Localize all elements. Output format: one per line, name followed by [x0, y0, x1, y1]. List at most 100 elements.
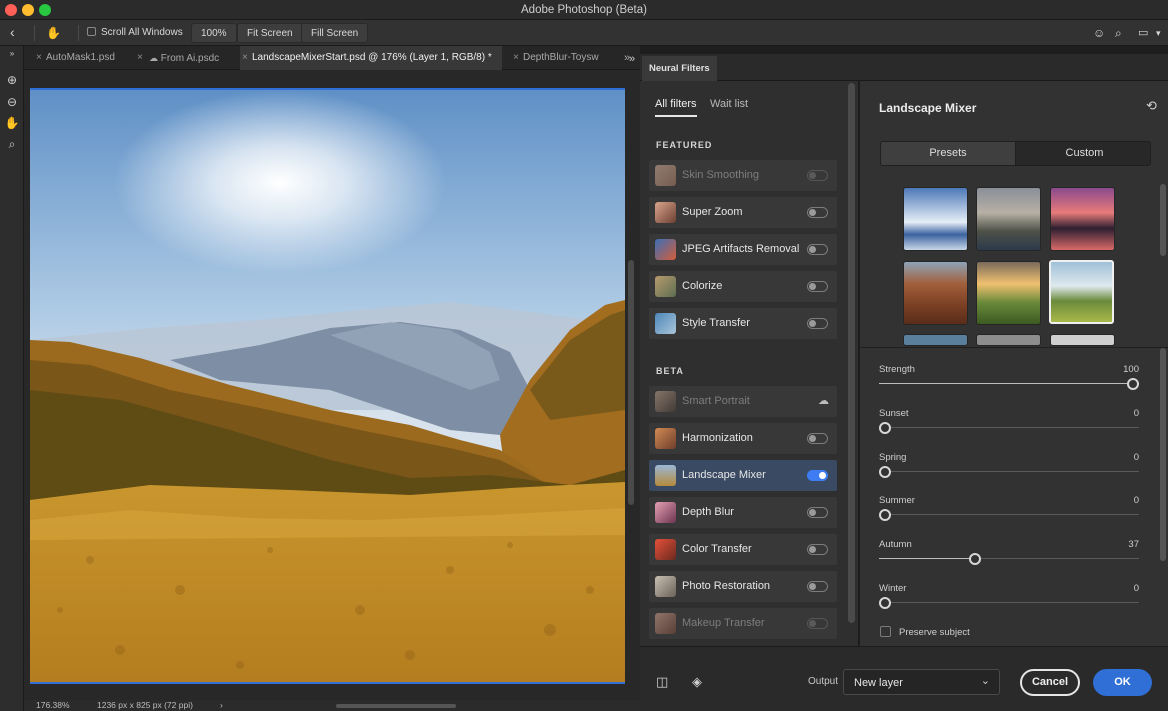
slider-knob[interactable] [879, 466, 891, 478]
panel-tab-bar: Neural Filters [640, 54, 1168, 81]
strength-slider[interactable]: Strength 100 [879, 364, 1139, 394]
tab-presets[interactable]: Presets [881, 142, 1016, 165]
doc-tab-active[interactable]: × LandscapeMixerStart.psd @ 176% (Layer 1… [240, 46, 502, 70]
fit-screen-button[interactable]: Fit Screen [237, 23, 303, 43]
presets-scrollbar[interactable] [1160, 184, 1166, 256]
tab-neural-filters[interactable]: Neural Filters [642, 56, 717, 81]
summer-slider[interactable]: Summer 0 [879, 495, 1139, 525]
title-bar: Adobe Photoshop (Beta) [0, 0, 1168, 20]
preset-thumbnail[interactable] [976, 187, 1041, 251]
options-bar: ‹ ✋ Scroll All Windows 100% Fit Screen F… [0, 20, 1168, 46]
expand-tools-icon[interactable]: » [4, 46, 20, 62]
canvas-scrollbar[interactable] [628, 260, 634, 505]
filter-thumbnail [655, 613, 676, 634]
tool-strip: » ⊕ ⊖ ✋ ⌕ [0, 46, 24, 711]
filter-color-transfer[interactable]: Color Transfer [649, 534, 837, 565]
close-tab-icon[interactable]: × [137, 46, 143, 70]
presets-custom-toggle: Presets Custom [880, 141, 1151, 166]
filter-toggle[interactable] [807, 244, 828, 255]
preset-thumbnail[interactable] [976, 261, 1041, 325]
cloud-download-icon[interactable]: ☁ [818, 394, 829, 407]
doc-tab[interactable]: × DepthBlur-Toysw [511, 46, 611, 70]
user-icon[interactable]: ☺ [1093, 23, 1105, 43]
close-tab-icon[interactable]: × [36, 46, 42, 70]
scroll-all-windows-checkbox[interactable]: Scroll All Windows [87, 23, 183, 43]
back-chevron-icon[interactable]: ‹ [10, 22, 15, 42]
filter-toggle[interactable] [807, 544, 828, 555]
slider-knob[interactable] [879, 509, 891, 521]
filter-thumbnail [655, 391, 676, 412]
tab-all-filters[interactable]: All filters [655, 98, 697, 117]
spring-slider[interactable]: Spring 0 [879, 452, 1139, 482]
ok-button[interactable]: OK [1093, 669, 1152, 696]
close-tab-icon[interactable]: × [513, 46, 519, 70]
filter-depth-blur[interactable]: Depth Blur [649, 497, 837, 528]
filter-toggle[interactable] [807, 170, 828, 181]
filter-super-zoom[interactable]: Super Zoom [649, 197, 837, 228]
filter-colorize[interactable]: Colorize [649, 271, 837, 302]
filter-jpeg-artifacts-removal[interactable]: JPEG Artifacts Removal [649, 234, 837, 265]
filter-list-scrollbar[interactable] [848, 83, 855, 623]
slider-knob[interactable] [879, 597, 891, 609]
filter-toggle[interactable] [807, 507, 828, 518]
preset-thumbnail[interactable] [1050, 334, 1115, 346]
layers-preview-icon[interactable]: ◈ [692, 675, 706, 689]
reset-icon[interactable]: ⟲ [1146, 98, 1157, 114]
collapse-panel-icon[interactable]: » [624, 54, 640, 65]
cloud-doc-icon: ☁ [149, 53, 158, 63]
hand-tool-icon[interactable]: ✋ [4, 115, 20, 131]
filter-toggle[interactable] [807, 433, 828, 444]
status-arrow-icon[interactable]: › [220, 700, 223, 711]
filter-photo-restoration[interactable]: Photo Restoration [649, 571, 837, 602]
preset-thumbnail[interactable] [976, 334, 1041, 346]
compare-icon[interactable]: ◫ [656, 675, 670, 689]
slider-knob[interactable] [1127, 378, 1139, 390]
preset-thumbnail[interactable] [903, 334, 968, 346]
slider-knob[interactable] [879, 422, 891, 434]
workspace-chevron-icon[interactable]: ▾ [1156, 23, 1161, 43]
add-brush-icon[interactable]: ⊕ [4, 72, 20, 88]
cancel-button[interactable]: Cancel [1020, 669, 1080, 696]
sliders-scrollbar[interactable] [1160, 348, 1166, 561]
status-bar: 176.38% 1236 px x 825 px (72 ppi) › [24, 700, 640, 711]
slider-knob[interactable] [969, 553, 981, 565]
document-canvas[interactable] [30, 88, 625, 684]
filter-toggle[interactable] [807, 281, 828, 292]
filter-style-transfer[interactable]: Style Transfer [649, 308, 837, 339]
filter-skin-smoothing[interactable]: Skin Smoothing [649, 160, 837, 191]
filter-smart-portrait[interactable]: Smart Portrait ☁ [649, 386, 837, 417]
subtract-brush-icon[interactable]: ⊖ [4, 94, 20, 110]
autumn-slider[interactable]: Autumn 37 [879, 539, 1139, 569]
close-tab-icon[interactable]: × [242, 46, 248, 70]
filter-harmonization[interactable]: Harmonization [649, 423, 837, 454]
filter-toggle[interactable] [807, 581, 828, 592]
hand-tool-icon[interactable]: ✋ [46, 23, 61, 43]
filter-thumbnail [655, 502, 676, 523]
filter-landscape-mixer[interactable]: Landscape Mixer [649, 460, 837, 491]
doc-tab[interactable]: × ☁ From Ai.psdc [135, 46, 231, 70]
tab-wait-list[interactable]: Wait list [710, 98, 748, 110]
zoom-tool-icon[interactable]: ⌕ [4, 136, 20, 152]
filter-toggle[interactable] [807, 618, 828, 629]
doc-tab[interactable]: × AutoMask1.psd [34, 46, 134, 70]
workspace-icon[interactable]: ▭ [1138, 23, 1148, 43]
horizontal-scrollbar[interactable] [336, 704, 456, 708]
sunset-slider[interactable]: Sunset 0 [879, 408, 1139, 438]
output-select[interactable]: New layer ⌄ [843, 669, 1000, 695]
search-icon[interactable]: ⌕ [1115, 23, 1122, 43]
tab-custom[interactable]: Custom [1017, 142, 1150, 165]
filter-toggle[interactable] [807, 318, 828, 329]
filter-toggle[interactable] [807, 470, 828, 481]
preset-thumbnail[interactable] [903, 261, 968, 325]
filter-makeup-transfer[interactable]: Makeup Transfer [649, 608, 837, 639]
preset-thumbnail[interactable] [903, 187, 968, 251]
canvas-area[interactable] [24, 70, 640, 700]
winter-slider[interactable]: Winter 0 [879, 583, 1139, 613]
preserve-subject-checkbox[interactable]: Preserve subject [880, 626, 970, 638]
preset-thumbnail[interactable] [1050, 187, 1115, 251]
zoom-100-button[interactable]: 100% [191, 23, 237, 43]
zoom-level[interactable]: 176.38% [36, 700, 70, 711]
filter-toggle[interactable] [807, 207, 828, 218]
preset-thumbnail-selected[interactable] [1049, 260, 1114, 324]
fill-screen-button[interactable]: Fill Screen [301, 23, 369, 43]
